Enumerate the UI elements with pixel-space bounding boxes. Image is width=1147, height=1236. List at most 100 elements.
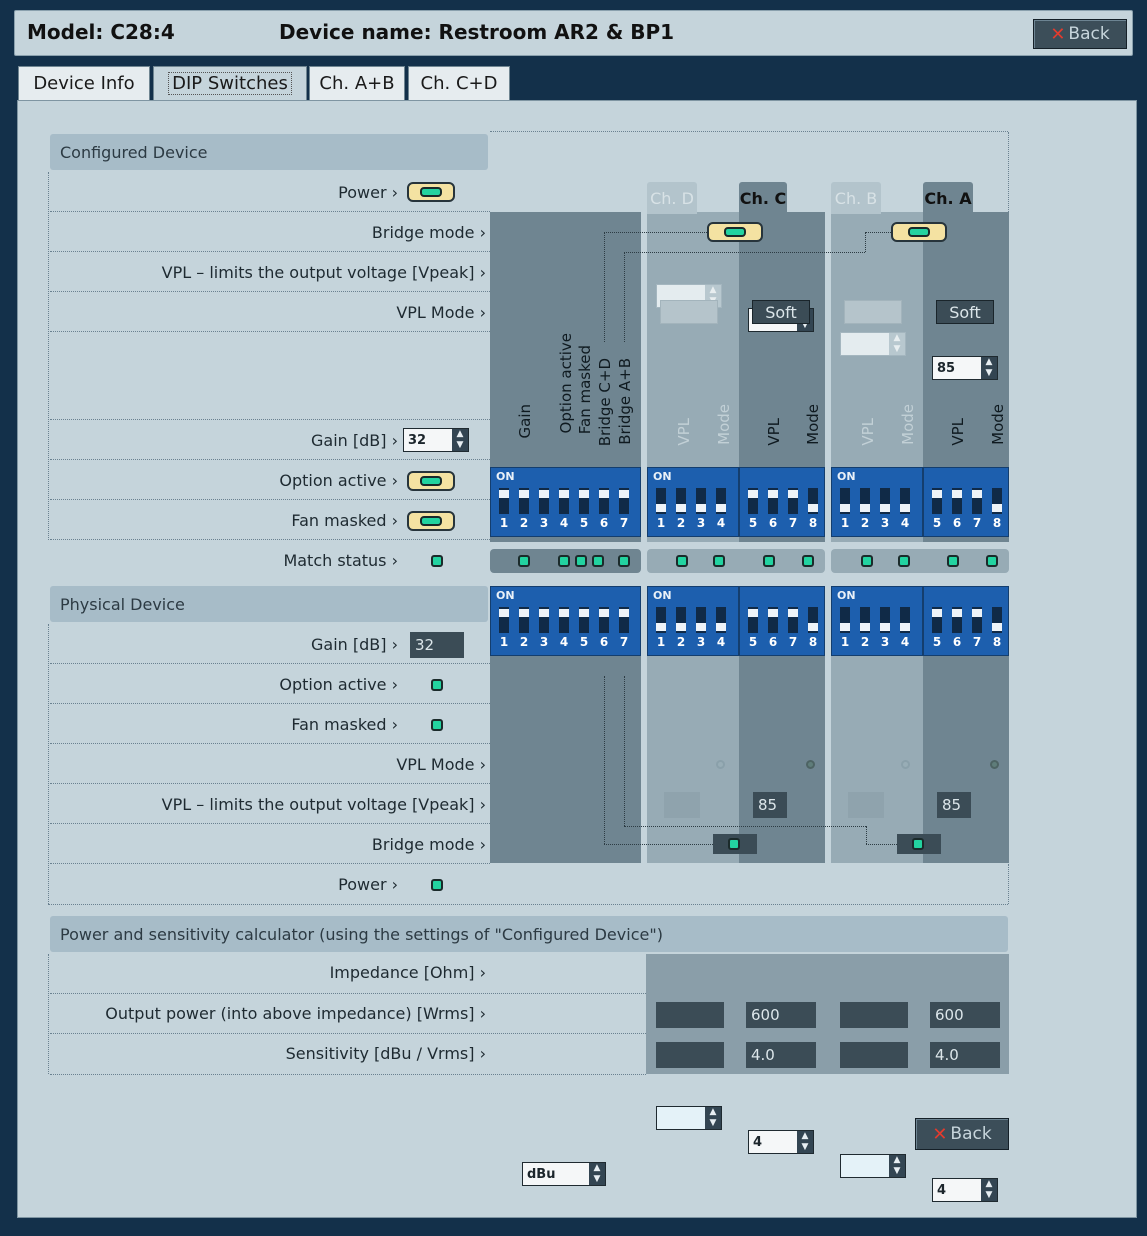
dip-number: 1 [499, 516, 509, 530]
spin-arrows-icon[interactable]: ▲▼ [705, 1107, 721, 1129]
bridge-ab-line [865, 232, 891, 233]
vpl-mode-c-button[interactable]: Soft [752, 300, 810, 324]
dip-switch[interactable] [696, 488, 706, 514]
dip-switch[interactable] [952, 488, 962, 514]
dip-switch[interactable] [952, 607, 962, 633]
dip-switch-bank[interactable]: ON 1 2 3 4 [647, 467, 739, 537]
dip-number: 4 [900, 516, 910, 530]
tab-dip-switches[interactable]: DIP Switches [153, 66, 307, 100]
sensitivity-unit-select[interactable]: dBu ▲ ▼ [522, 1162, 606, 1186]
spin-arrows-icon[interactable]: ▲▼ [797, 1131, 813, 1153]
spin-arrows-icon[interactable]: ▲▼ [981, 357, 997, 379]
dip-switch[interactable] [932, 607, 942, 633]
tab-ch-cd[interactable]: Ch. C+D [408, 66, 510, 100]
dip-switch-bank[interactable]: ON 1 2 3 4 [831, 586, 923, 656]
fan-masked-toggle[interactable] [407, 511, 455, 531]
dip-number: 7 [788, 516, 798, 530]
dip-switch-bank[interactable]: ON 1 2 3 4 [831, 467, 923, 537]
dip-switch[interactable] [808, 488, 818, 514]
dip-switch[interactable] [599, 488, 609, 514]
dip-switch[interactable] [840, 607, 850, 633]
dip-switch[interactable] [992, 488, 1002, 514]
dip-switch[interactable] [519, 607, 529, 633]
dip-switch[interactable] [840, 488, 850, 514]
dip-switch[interactable] [656, 607, 666, 633]
spin-arrows-icon[interactable]: ▲▼ [981, 1179, 997, 1201]
dip-switch[interactable] [656, 488, 666, 514]
dip-switch[interactable] [599, 607, 609, 633]
bridge-ab-toggle[interactable] [891, 222, 947, 242]
dip-number: 4 [900, 635, 910, 649]
dip-switch[interactable] [880, 607, 890, 633]
dip-switch[interactable] [788, 607, 798, 633]
dip-switch[interactable] [932, 488, 942, 514]
dip-switch[interactable] [619, 607, 629, 633]
dip-switch[interactable] [579, 488, 589, 514]
dip-switch[interactable] [900, 488, 910, 514]
option-active-toggle[interactable] [407, 471, 455, 491]
back-button-bottom[interactable]: ✕ Back [915, 1118, 1009, 1150]
dip-switch[interactable] [539, 488, 549, 514]
dip-switch[interactable] [676, 607, 686, 633]
dip-switch[interactable] [676, 488, 686, 514]
dip-switch[interactable] [748, 488, 758, 514]
dip-switch-bank[interactable]: ON 1 2 3 4 5 6 7 [490, 467, 641, 537]
dip-switch-bank[interactable]: 5678 [739, 586, 825, 656]
dip-switch[interactable] [716, 488, 726, 514]
dip-switch[interactable] [900, 607, 910, 633]
dip-number: 3 [696, 516, 706, 530]
vpl-b-stepper[interactable]: ▲ ▼ [840, 332, 906, 356]
dip-switch[interactable] [716, 607, 726, 633]
dip-switch[interactable] [499, 488, 509, 514]
dip-switch[interactable] [860, 488, 870, 514]
impedance-d-stepper[interactable]: ▲ ▼ [656, 1106, 722, 1130]
dip-number: 1 [840, 516, 850, 530]
dip-number: 4 [559, 516, 569, 530]
dip-switch[interactable] [519, 488, 529, 514]
dip-switch[interactable] [768, 488, 778, 514]
spin-arrows-icon[interactable]: ▲▼ [589, 1163, 605, 1185]
phys-fan-label: Fan masked › [291, 715, 398, 734]
dip-switch[interactable] [808, 607, 818, 633]
spin-arrows-icon[interactable]: ▲▼ [889, 1155, 905, 1177]
dip-switch[interactable] [748, 607, 758, 633]
dip-switch-bank[interactable]: 5678 [923, 586, 1009, 656]
impedance-a-stepper[interactable]: 4 ▲ ▼ [932, 1178, 998, 1202]
dip-switch-bank[interactable]: 5678 [923, 467, 1009, 537]
dip-switch[interactable] [539, 607, 549, 633]
dip-switch[interactable] [559, 488, 569, 514]
power-toggle[interactable] [407, 182, 455, 202]
impedance-c-stepper[interactable]: 4 ▲ ▼ [748, 1130, 814, 1154]
dip-switch[interactable] [579, 607, 589, 633]
vpl-mode-a-button[interactable]: Soft [936, 300, 994, 324]
tab-ch-ab[interactable]: Ch. A+B [309, 66, 405, 100]
vpl-a-stepper[interactable]: 85 ▲ ▼ [932, 356, 998, 380]
dip-switch[interactable] [972, 607, 982, 633]
dip-switch[interactable] [788, 488, 798, 514]
dip-switch-bank[interactable]: ON 1 2 3 4 5 6 7 [490, 586, 641, 656]
spin-arrows-icon[interactable]: ▲▼ [889, 333, 905, 355]
dip-switch-bank[interactable]: 5678 [739, 467, 825, 537]
divider [1008, 132, 1009, 212]
tab-device-info[interactable]: Device Info [18, 66, 150, 100]
dip-switch[interactable] [619, 488, 629, 514]
bridge-cd-toggle[interactable] [707, 222, 763, 242]
spin-arrows-icon[interactable]: ▲▼ [452, 429, 468, 451]
impedance-b-stepper[interactable]: ▲ ▼ [840, 1154, 906, 1178]
vpl-mode-b-button[interactable] [844, 300, 902, 324]
dip-switch-bank[interactable]: ON 1 2 3 4 [647, 586, 739, 656]
dip-switch[interactable] [880, 488, 890, 514]
dip-number: 6 [768, 635, 778, 649]
dip-switch[interactable] [860, 607, 870, 633]
dip-switch[interactable] [972, 488, 982, 514]
dip-switch[interactable] [696, 607, 706, 633]
dip-knob [808, 504, 818, 512]
back-button-top[interactable]: ✕ Back [1033, 19, 1127, 49]
dip-switch[interactable] [992, 607, 1002, 633]
dip-switch[interactable] [499, 607, 509, 633]
vpl-mode-d-button[interactable] [660, 300, 718, 324]
dip-switch[interactable] [559, 607, 569, 633]
dip-switch[interactable] [768, 607, 778, 633]
divider [1008, 864, 1009, 904]
gain-stepper[interactable]: 32 ▲ ▼ [403, 428, 469, 452]
